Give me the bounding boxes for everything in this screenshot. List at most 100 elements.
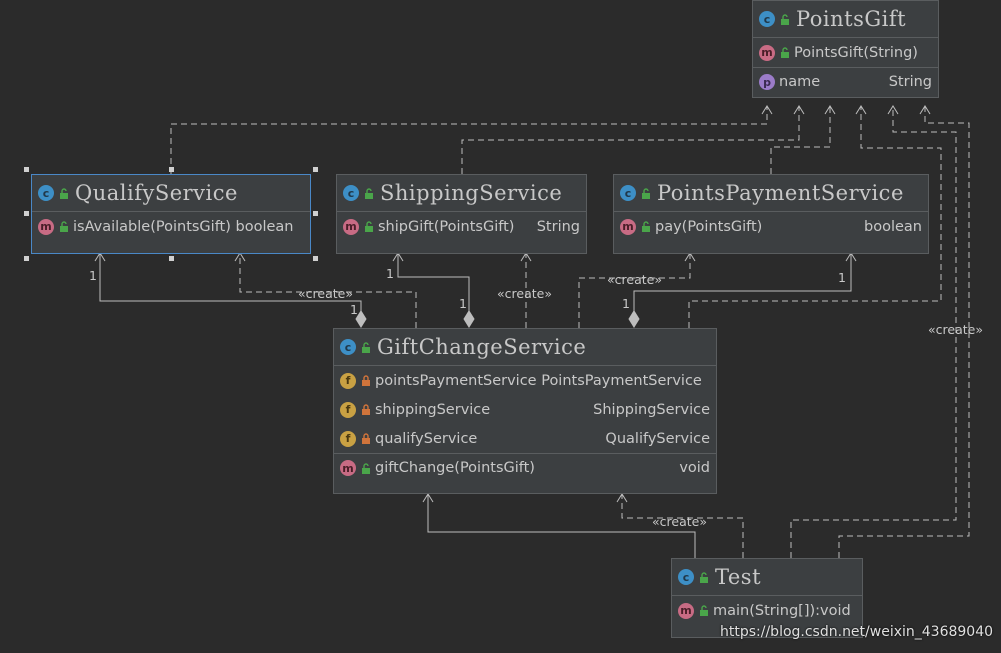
resize-handle[interactable] (24, 167, 29, 172)
class-icon: c (343, 185, 359, 201)
resize-handle[interactable] (313, 167, 318, 172)
resize-handle[interactable] (169, 256, 174, 261)
create-label: «create» (298, 286, 353, 301)
method-return-type: String (536, 218, 580, 235)
multiplicity-label: 1 (622, 296, 630, 311)
class-pointspaymentservice[interactable]: c PointsPaymentService m pay(PointsGift)… (613, 174, 929, 254)
create-label: «create» (652, 514, 707, 529)
multiplicity-label: 1 (350, 302, 358, 317)
private-lock-icon (362, 433, 370, 444)
public-visibility-icon (365, 187, 373, 199)
field-row[interactable]: f shippingService ShippingService (334, 395, 716, 424)
dep-payment-pointsgift (770, 106, 831, 174)
constructor-row[interactable]: m PointsGift(String) (753, 38, 938, 67)
class-title: ShippingService (380, 181, 563, 205)
class-title: PointsGift (796, 7, 907, 31)
method-name: main(String[]):void (713, 602, 851, 619)
class-header: c GiftChangeService (334, 329, 716, 366)
public-visibility-icon (700, 571, 708, 583)
field-name: pointsPaymentService PointsPaymentServic… (375, 372, 702, 389)
method-row[interactable]: m isAvailable(PointsGift) boolean (32, 212, 310, 241)
method-row[interactable]: m main(String[]):void (672, 596, 862, 625)
watermark: https://blog.csdn.net/weixin_43689040 (720, 624, 994, 640)
class-header: c PointsPaymentService (614, 175, 928, 212)
field-row[interactable]: f qualifyService QualifyService (334, 424, 716, 453)
method-icon: m (340, 460, 356, 476)
property-type: String (888, 74, 932, 90)
public-visibility-icon (365, 221, 373, 232)
private-lock-icon (362, 404, 370, 415)
method-icon: m (759, 44, 775, 61)
resize-handle[interactable] (24, 256, 29, 261)
class-header: c Test (672, 559, 862, 596)
method-icon: m (38, 218, 54, 235)
public-visibility-icon (700, 605, 708, 616)
public-visibility-icon (642, 221, 650, 232)
resize-handle[interactable] (169, 167, 174, 172)
class-header: c PointsGift (753, 1, 938, 38)
class-header: c ShippingService (337, 175, 586, 212)
method-return-type: boolean (864, 218, 922, 235)
method-name: PointsGift(String) (794, 44, 918, 61)
resize-handle[interactable] (24, 211, 29, 216)
class-title: QualifyService (75, 181, 238, 205)
composition-diamond-shipping (463, 310, 475, 328)
class-icon: c (759, 11, 775, 27)
method-name: shipGift(PointsGift) (378, 218, 515, 235)
property-icon: p (759, 74, 775, 90)
field-name: qualifyService (375, 430, 478, 447)
class-shippingservice[interactable]: c ShippingService m shipGift(PointsGift)… (336, 174, 587, 254)
multiplicity-label: 1 (459, 296, 467, 311)
class-pointsgift[interactable]: c PointsGift m PointsGift(String) p name… (752, 0, 939, 98)
public-visibility-icon (362, 462, 370, 474)
method-row[interactable]: m giftChange(PointsGift) void (334, 453, 716, 482)
public-visibility-icon (60, 187, 68, 199)
class-icon: c (38, 185, 54, 201)
property-name: name (779, 74, 821, 90)
multiplicity-label: 1 (89, 268, 97, 283)
field-icon: f (340, 401, 356, 418)
create-label: «create» (607, 272, 662, 287)
method-name: giftChange(PointsGift) (375, 460, 535, 476)
public-visibility-icon (362, 341, 370, 353)
property-row[interactable]: p name String (753, 67, 938, 96)
field-icon: f (340, 372, 356, 389)
field-row[interactable]: f pointsPaymentService PointsPaymentServ… (334, 366, 716, 395)
public-visibility-icon (781, 13, 789, 25)
class-icon: c (340, 339, 356, 355)
field-icon: f (340, 430, 356, 447)
comp-payment (633, 253, 852, 318)
method-name: isAvailable(PointsGift) boolean (73, 218, 294, 235)
create-label: «create» (497, 286, 552, 301)
class-qualifyservice[interactable]: c QualifyService m isAvailable(PointsGif… (31, 174, 311, 254)
method-row[interactable]: m pay(PointsGift) boolean (614, 212, 928, 241)
field-type: ShippingService (593, 401, 710, 418)
public-visibility-icon (781, 47, 789, 58)
private-lock-icon (362, 375, 370, 386)
class-giftchangeservice[interactable]: c GiftChangeService f pointsPaymentServi… (333, 328, 717, 494)
class-title: Test (715, 565, 762, 589)
public-visibility-icon (60, 221, 68, 232)
class-header: c QualifyService (32, 175, 310, 212)
field-type: QualifyService (605, 430, 710, 447)
method-icon: m (678, 602, 694, 619)
dep-qualify-pointsgift (170, 106, 768, 174)
resize-handle[interactable] (313, 256, 318, 261)
public-visibility-icon (642, 187, 650, 199)
field-name: shippingService (375, 401, 491, 418)
method-icon: m (343, 218, 359, 235)
create-label: «create» (928, 322, 983, 337)
multiplicity-label: 1 (386, 266, 394, 281)
dep-shipping-pointsgift (461, 106, 800, 174)
resize-handle[interactable] (313, 211, 318, 216)
method-name: pay(PointsGift) (655, 218, 763, 235)
method-row[interactable]: m shipGift(PointsGift) String (337, 212, 586, 241)
class-title: PointsPaymentService (657, 181, 904, 205)
runnable-class-icon: c (678, 569, 694, 585)
create-payment (578, 253, 691, 328)
class-title: GiftChangeService (377, 335, 587, 359)
method-return-type: void (679, 460, 710, 476)
method-icon: m (620, 218, 636, 235)
composition-diamond-payment (628, 310, 640, 328)
class-icon: c (620, 185, 636, 201)
